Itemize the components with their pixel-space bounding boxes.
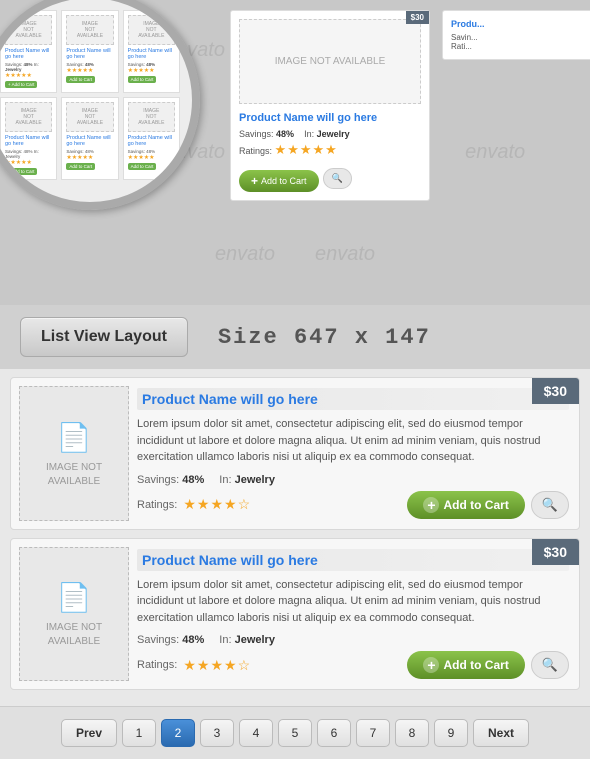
page-button-7[interactable]: 7 — [356, 719, 390, 747]
plus-circle-icon: + — [423, 497, 439, 513]
prev-button[interactable]: Prev — [61, 719, 117, 747]
list-item-title-2: Product Name will go here — [137, 549, 569, 571]
label-section: List View Layout Size 647 x 147 — [0, 305, 590, 369]
list-item-actions-1: Ratings: ★★★★☆ + Add to Cart 🔍 — [137, 491, 569, 519]
price-tag-1: $30 — [532, 378, 579, 404]
stars-rating-2: ★★★★☆ — [183, 657, 251, 674]
main-content: envatoenvatoenvato envatoenvatoenvato en… — [0, 369, 590, 706]
plus-circle-icon-2: + — [423, 657, 439, 673]
next-button[interactable]: Next — [473, 719, 529, 747]
size-label: Size 647 x 147 — [218, 325, 431, 350]
stars-display: ★★★★★ — [275, 142, 338, 157]
mini-card-title: Product Name will go here — [66, 48, 113, 60]
list-item-title-1: Product Name will go here — [137, 388, 569, 410]
list-item-image-2: 📄 IMAGE NOT AVAILABLE — [19, 547, 129, 682]
mini-card-image: IMAGENOTAVAILABLE — [5, 102, 52, 132]
list-item-description-2: Lorem ipsum dolor sit amet, consectetur … — [137, 577, 569, 627]
large-preview-card: IMAGE NOT AVAILABLE Product Name will go… — [230, 10, 430, 201]
add-to-cart-button-2[interactable]: + Add to Cart — [407, 651, 524, 679]
mini-card-title: Product Name will go here — [128, 135, 175, 147]
mini-add-btn[interactable]: Add to Cart — [128, 163, 157, 170]
mini-add-btn[interactable]: + Add to Cart — [5, 81, 37, 88]
mini-card: IMAGENOTAVAILABLE Product Name will go h… — [123, 10, 180, 93]
mini-card-title: Product Name will go here — [5, 48, 52, 60]
mini-add-btn[interactable]: Add to Cart — [66, 76, 95, 83]
list-item-body-2: Product Name will go here Lorem ipsum do… — [137, 539, 579, 690]
page-button-8[interactable]: 8 — [395, 719, 429, 747]
mini-card-image: IMAGENOTAVAILABLE — [128, 15, 175, 45]
large-add-to-cart-button[interactable]: + Add to Cart — [239, 170, 319, 192]
plus-icon: + — [251, 174, 258, 188]
mini-card-title: Product Name will go here — [66, 135, 113, 147]
list-item-meta-2: Savings: 48% In: Jewelry — [137, 634, 569, 646]
page-button-4[interactable]: 4 — [239, 719, 273, 747]
mini-card-image: IMAGENOTAVAILABLE — [66, 102, 113, 132]
mini-card: IMAGENOTAVAILABLE Product Name will go h… — [0, 97, 57, 180]
large-preview-title: Product Name will go here — [239, 112, 421, 124]
large-preview-image: IMAGE NOT AVAILABLE — [239, 19, 421, 104]
layout-label-button[interactable]: List View Layout — [20, 317, 188, 357]
add-to-cart-button-1[interactable]: + Add to Cart — [407, 491, 524, 519]
large-preview-card-2: Produ... Savin... Rati... — [442, 10, 590, 60]
list-item-body-1: Product Name will go here Lorem ipsum do… — [137, 378, 579, 529]
magnifier: IMAGENOTAVAILABLE Product Name will go h… — [0, 0, 200, 210]
mini-add-btn[interactable]: Add to Cart — [128, 76, 157, 83]
zoom-button-2[interactable]: 🔍 — [531, 651, 569, 679]
price-tag-2: $30 — [532, 539, 579, 565]
list-item: 📄 IMAGE NOT AVAILABLE Product Name will … — [10, 377, 580, 530]
price-badge: $30 — [406, 11, 429, 24]
page-button-3[interactable]: 3 — [200, 719, 234, 747]
list-item-2: 📄 IMAGE NOT AVAILABLE Product Name will … — [10, 538, 580, 691]
top-preview-section: envatoenvatoenvato envatoenvatoenvato en… — [0, 0, 590, 305]
large-zoom-button[interactable]: 🔍 — [323, 168, 352, 189]
mini-card: IMAGENOTAVAILABLE Product Name will go h… — [61, 10, 118, 93]
page-button-2[interactable]: 2 — [161, 719, 195, 747]
page-button-1[interactable]: 1 — [122, 719, 156, 747]
image-placeholder-icon-2: 📄 — [57, 578, 92, 617]
mini-card-image: IMAGENOTAVAILABLE — [128, 102, 175, 132]
list-item-meta-1: Savings: 48% In: Jewelry — [137, 474, 569, 486]
page-button-9[interactable]: 9 — [434, 719, 468, 747]
mini-card: IMAGENOTAVAILABLE Product Name will go h… — [123, 97, 180, 180]
list-item-image-1: 📄 IMAGE NOT AVAILABLE — [19, 386, 129, 521]
stars-rating-1: ★★★★☆ — [183, 496, 251, 513]
mini-card-image: IMAGENOTAVAILABLE — [5, 15, 52, 45]
mini-card-title: Product Name will go here — [5, 135, 52, 147]
magnifier-handle — [166, 209, 200, 210]
mini-card: IMAGENOTAVAILABLE Product Name will go h… — [61, 97, 118, 180]
list-item-description-1: Lorem ipsum dolor sit amet, consectetur … — [137, 416, 569, 466]
zoom-button-1[interactable]: 🔍 — [531, 491, 569, 519]
mini-card-image: IMAGENOTAVAILABLE — [66, 15, 113, 45]
mini-add-btn[interactable]: + Add to Cart — [5, 168, 37, 175]
pagination: Prev 1 2 3 4 5 6 7 8 9 Next — [0, 706, 590, 759]
partial-title: Produ... — [451, 19, 590, 29]
page-button-6[interactable]: 6 — [317, 719, 351, 747]
mini-card: IMAGENOTAVAILABLE Product Name will go h… — [0, 10, 57, 93]
page-button-5[interactable]: 5 — [278, 719, 312, 747]
list-item-actions-2: Ratings: ★★★★☆ + Add to Cart 🔍 — [137, 651, 569, 679]
mini-card-title: Product Name will go here — [128, 48, 175, 60]
image-placeholder-icon: 📄 — [57, 418, 92, 457]
mini-add-btn[interactable]: Add to Cart — [66, 163, 95, 170]
